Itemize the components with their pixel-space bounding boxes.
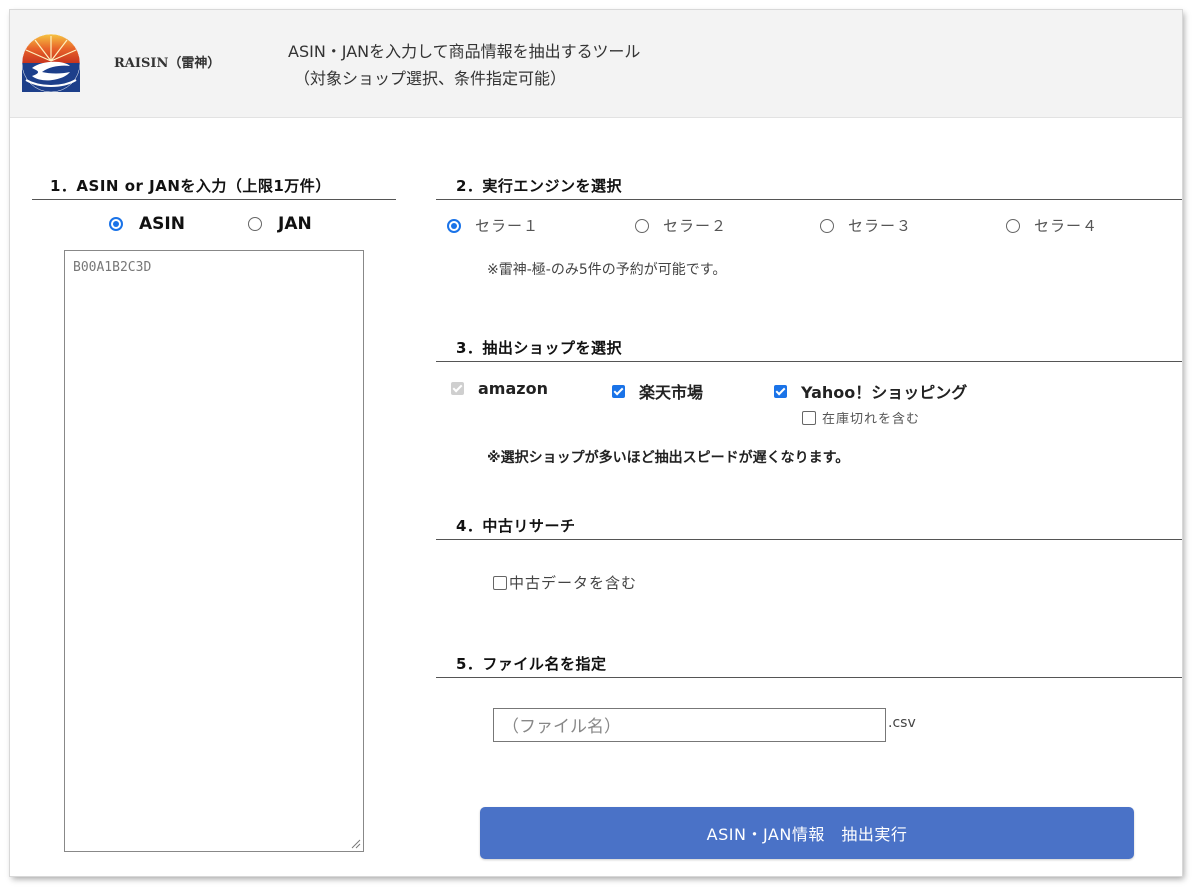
radio-seller-4[interactable]: セラー４ — [1006, 215, 1098, 236]
section1-divider — [32, 199, 396, 200]
radio-seller-4-label: セラー４ — [1034, 217, 1099, 235]
shop-amazon-checkbox[interactable] — [451, 382, 464, 395]
radio-seller-1-label: セラー１ — [475, 217, 540, 235]
radio-jan[interactable]: JAN — [248, 214, 312, 234]
radio-seller-3[interactable]: セラー３ — [820, 215, 912, 236]
include-used-data-label: 中古データを含む — [509, 574, 638, 592]
shop-yahoo[interactable]: Yahoo！ショッピング — [774, 379, 967, 403]
section5-title: 5．ファイル名を指定 — [456, 655, 607, 673]
radio-seller-4-indicator[interactable] — [1006, 218, 1020, 233]
radio-seller-1[interactable]: セラー１ — [447, 215, 539, 236]
radio-seller-3-indicator[interactable] — [820, 218, 834, 233]
radio-jan-label: JAN — [278, 214, 312, 234]
engine-note: ※雷神-極-のみ5件の予約が可能です。 — [487, 262, 727, 278]
brand-name: RAISIN（雷神） — [114, 56, 221, 71]
filename-placeholder: （ファイル名） — [502, 717, 621, 737]
include-out-of-stock-checkbox[interactable] — [802, 410, 816, 425]
section5-divider — [436, 677, 1182, 678]
radio-seller-1-indicator[interactable] — [447, 218, 461, 233]
section3-title: 3．抽出ショップを選択 — [456, 339, 622, 357]
shop-yahoo-checkbox[interactable] — [774, 384, 787, 398]
radio-seller-2-indicator[interactable] — [635, 218, 649, 233]
radio-seller-2-label: セラー２ — [663, 217, 728, 235]
extract-run-button[interactable]: ASIN・JAN情報 抽出実行 — [480, 807, 1134, 859]
extract-run-button-label: ASIN・JAN情報 抽出実行 — [706, 825, 908, 844]
shop-rakuten-label: 楽天市場 — [639, 383, 704, 402]
radio-asin[interactable]: ASIN — [109, 214, 185, 234]
raisin-logo-icon — [21, 33, 81, 93]
section2-title: 2．実行エンジンを選択 — [456, 177, 622, 195]
section1-title: 1．ASIN or JANを入力（上限1万件） — [50, 177, 331, 195]
tagline: ASIN・JANを入力して商品情報を抽出するツール （対象ショップ選択、条件指定… — [288, 38, 640, 92]
radio-jan-indicator[interactable] — [248, 217, 262, 231]
radio-asin-label: ASIN — [139, 214, 185, 234]
section2-divider — [436, 199, 1182, 200]
app-window: RAISIN（雷神） ASIN・JANを入力して商品情報を抽出するツール （対象… — [10, 10, 1182, 876]
shop-yahoo-label: Yahoo！ショッピング — [801, 383, 968, 402]
resize-handle-icon[interactable] — [351, 839, 361, 849]
section4-title: 4．中古リサーチ — [456, 517, 576, 535]
radio-seller-3-label: セラー３ — [848, 217, 913, 235]
shop-rakuten-checkbox[interactable] — [612, 384, 625, 398]
radio-seller-2[interactable]: セラー２ — [635, 215, 727, 236]
textarea-value: B00A1B2C3D — [73, 260, 152, 275]
include-used-data[interactable]: 中古データを含む — [493, 572, 637, 593]
header: RAISIN（雷神） ASIN・JANを入力して商品情報を抽出するツール （対象… — [10, 10, 1182, 118]
file-extension: .csv — [888, 715, 916, 731]
include-out-of-stock-label: 在庫切れを含む — [822, 412, 921, 427]
include-out-of-stock[interactable]: 在庫切れを含む — [802, 408, 920, 427]
shop-amazon[interactable]: amazon — [451, 379, 548, 398]
filename-input[interactable]: （ファイル名） — [493, 708, 886, 742]
tagline-line2: （対象ショップ選択、条件指定可能） — [294, 69, 567, 88]
shop-note: ※選択ショップが多いほど抽出スピードが遅くなります。 — [487, 450, 850, 466]
section4-divider — [436, 539, 1182, 540]
shop-amazon-label: amazon — [478, 379, 548, 398]
shop-rakuten[interactable]: 楽天市場 — [612, 379, 703, 403]
include-used-data-checkbox[interactable] — [493, 575, 507, 590]
section3-divider — [436, 361, 1182, 362]
asin-jan-textarea[interactable]: B00A1B2C3D — [64, 250, 364, 852]
tagline-line1: ASIN・JANを入力して商品情報を抽出するツール — [288, 42, 641, 61]
radio-asin-indicator[interactable] — [109, 217, 123, 231]
